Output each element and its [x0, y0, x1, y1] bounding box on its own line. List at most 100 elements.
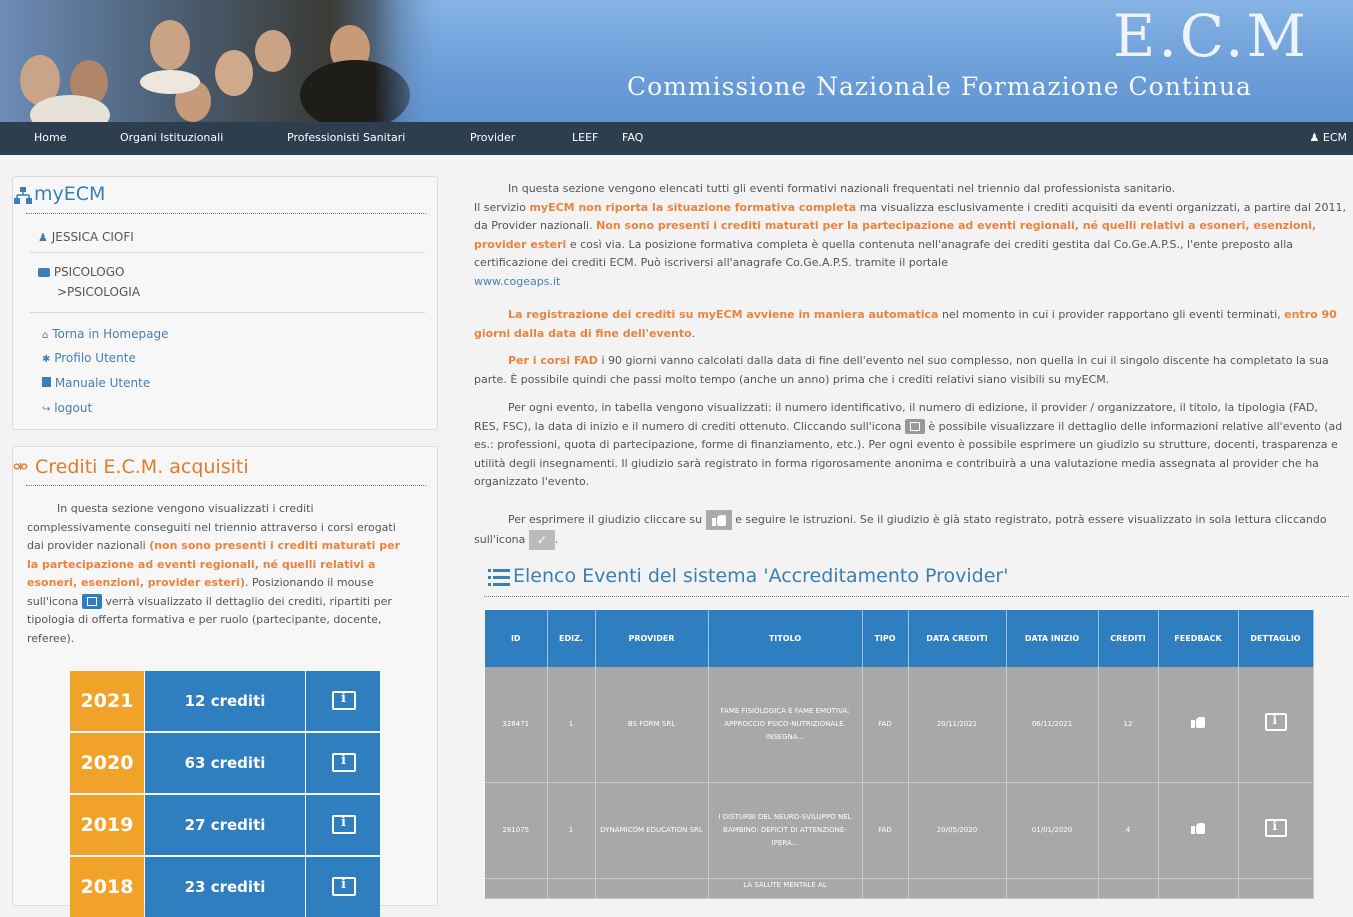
table-row: 281075 1 DYNAMICOM EDUCATION SRL I DISTU…	[485, 782, 1314, 879]
nav-professionisti-sanitari[interactable]: Professionisti Sanitari	[287, 131, 405, 147]
crediti-title: Crediti E.C.M. acquisiti	[35, 456, 249, 478]
cell-provider: BS FORM SRL	[595, 667, 709, 783]
col-header-titolo[interactable]: TITOLO	[708, 610, 863, 667]
col-header-id[interactable]: ID	[485, 610, 548, 667]
col-header-data-inizio[interactable]: DATA INIZIO	[1006, 610, 1099, 667]
credits-value: 12 crediti	[145, 671, 305, 731]
col-header-provider[interactable]: PROVIDER	[595, 610, 709, 667]
col-header-data-crediti[interactable]: DATA CREDITI	[908, 610, 1007, 667]
link-manuale-utente[interactable]: Manuale Utente	[42, 376, 150, 390]
col-header-ediz[interactable]: EDIZ.	[547, 610, 596, 667]
cogeaps-link[interactable]: www.cogeaps.it	[474, 275, 560, 288]
year-label: 2018	[70, 857, 144, 917]
cell-data-inizio	[1006, 878, 1099, 899]
cell-id: 328471	[485, 667, 548, 783]
nav-provider[interactable]: Provider	[470, 131, 515, 147]
site-header: E.C.M Commissione Nazionale Formazione C…	[0, 0, 1353, 122]
book-icon	[42, 377, 51, 387]
myecm-title: myECM	[34, 183, 106, 205]
user-group-icon: ♟	[38, 231, 48, 244]
info-icon: i	[332, 815, 356, 834]
cell-edizione: 1	[547, 667, 596, 783]
col-header-tipo[interactable]: TIPO	[862, 610, 909, 667]
event-info-paragraph: Per ogni evento, in tabella vengono visu…	[474, 401, 1343, 488]
divider	[26, 213, 426, 214]
user-icon: ♟	[1309, 131, 1320, 144]
intro-paragraph: In questa sezione vengono elencati tutti…	[474, 182, 1346, 288]
detail-icon	[904, 419, 925, 434]
credit-detail-button[interactable]: i	[306, 795, 380, 855]
cell-crediti: 12	[1098, 667, 1159, 783]
cell-feedback	[1158, 878, 1239, 899]
crediti-description: In questa sezione vengono visualizzati i…	[27, 502, 401, 645]
credit-year-row[interactable]: 2021 12 crediti i	[70, 671, 382, 731]
credit-year-row[interactable]: 2020 63 crediti i	[70, 733, 382, 793]
sitemap-icon	[14, 187, 32, 209]
profession: PSICOLOGO	[38, 265, 125, 279]
nav-user-label: ECM	[1322, 131, 1347, 144]
discipline: >PSICOLOGIA	[57, 285, 141, 299]
divider	[26, 485, 426, 486]
cell-crediti	[1098, 878, 1159, 899]
nav-home[interactable]: Home	[34, 131, 66, 147]
cell-dettaglio: i	[1238, 782, 1314, 879]
cell-edizione	[547, 878, 596, 899]
info-icon[interactable]: i	[1264, 818, 1287, 837]
link-torna-homepage[interactable]: ⌂ Torna in Homepage	[42, 327, 168, 341]
events-list-title: Elenco Eventi del sistema 'Accreditament…	[513, 565, 1009, 587]
divider	[484, 596, 1349, 597]
col-header-feedback: FEEDBACK	[1158, 610, 1239, 667]
nav-organi-istituzionali[interactable]: Organi Istituzionali	[120, 131, 223, 147]
check-icon: ✓	[528, 530, 555, 550]
nav-user-menu[interactable]: ♟ ECM	[1310, 131, 1348, 147]
credit-year-row[interactable]: 2019 27 crediti i	[70, 795, 382, 855]
main-navbar: Home Organi Istituzionali Professionisti…	[0, 122, 1353, 155]
cell-feedback	[1158, 667, 1239, 783]
table-header-row: ID EDIZ. PROVIDER TITOLO TIPO DATA CREDI…	[485, 610, 1314, 667]
home-icon: ⌂	[42, 330, 49, 341]
stethoscope-icon: ⚮	[13, 457, 29, 478]
cell-data-crediti: 20/05/2020	[908, 782, 1007, 879]
header-painting	[0, 0, 440, 122]
nav-leef[interactable]: LEEF	[572, 131, 598, 147]
thumbs-up-icon[interactable]	[1191, 822, 1205, 834]
info-icon	[81, 594, 102, 609]
cell-titolo: FAME FISIOLOGICA E FAME EMOTIVA: APPROCC…	[708, 667, 863, 783]
cell-data-inizio: 06/11/2021	[1006, 667, 1099, 783]
table-row: 328471 1 BS FORM SRL FAME FISIOLOGICA E …	[485, 667, 1314, 783]
site-subtitle: Commissione Nazionale Formazione Continu…	[627, 72, 1252, 101]
credit-detail-button[interactable]: i	[306, 733, 380, 793]
cell-tipo: FAD	[862, 782, 909, 879]
info-icon: i	[332, 753, 356, 772]
cell-tipo	[862, 878, 909, 899]
cell-provider	[595, 878, 709, 899]
credit-year-row[interactable]: 2018 23 crediti i	[70, 857, 382, 917]
divider	[30, 252, 425, 253]
thumbs-up-icon	[705, 510, 732, 530]
table-row: LA SALUTE MENTALE AL	[485, 878, 1314, 899]
site-title: E.C.M	[1113, 2, 1309, 62]
cell-crediti: 4	[1098, 782, 1159, 879]
credit-detail-button[interactable]: i	[306, 671, 380, 731]
nav-faq[interactable]: FAQ	[622, 131, 643, 147]
link-logout[interactable]: ↪ logout	[42, 401, 92, 415]
cell-tipo: FAD	[862, 667, 909, 783]
link-profilo-utente[interactable]: ✱ Profilo Utente	[42, 351, 136, 365]
credits-value: 27 crediti	[145, 795, 305, 855]
col-header-dettaglio: DETTAGLIO	[1238, 610, 1314, 667]
col-header-crediti[interactable]: CREDITI	[1098, 610, 1159, 667]
info-icon[interactable]: i	[1264, 712, 1287, 731]
logout-icon: ↪	[42, 404, 51, 415]
cell-feedback	[1158, 782, 1239, 879]
credits-value: 63 crediti	[145, 733, 305, 793]
cell-dettaglio	[1238, 878, 1314, 899]
thumbs-up-icon[interactable]	[1191, 716, 1205, 728]
info-icon: i	[332, 877, 356, 896]
list-icon	[488, 568, 510, 592]
cell-dettaglio: i	[1238, 667, 1314, 783]
registration-paragraph: La registrazione dei crediti su myECM av…	[474, 308, 1337, 340]
fad-paragraph: Per i corsi FAD i 90 giorni vanno calcol…	[474, 354, 1329, 386]
credit-detail-button[interactable]: i	[306, 857, 380, 917]
cell-data-crediti	[908, 878, 1007, 899]
cell-id	[485, 878, 548, 899]
